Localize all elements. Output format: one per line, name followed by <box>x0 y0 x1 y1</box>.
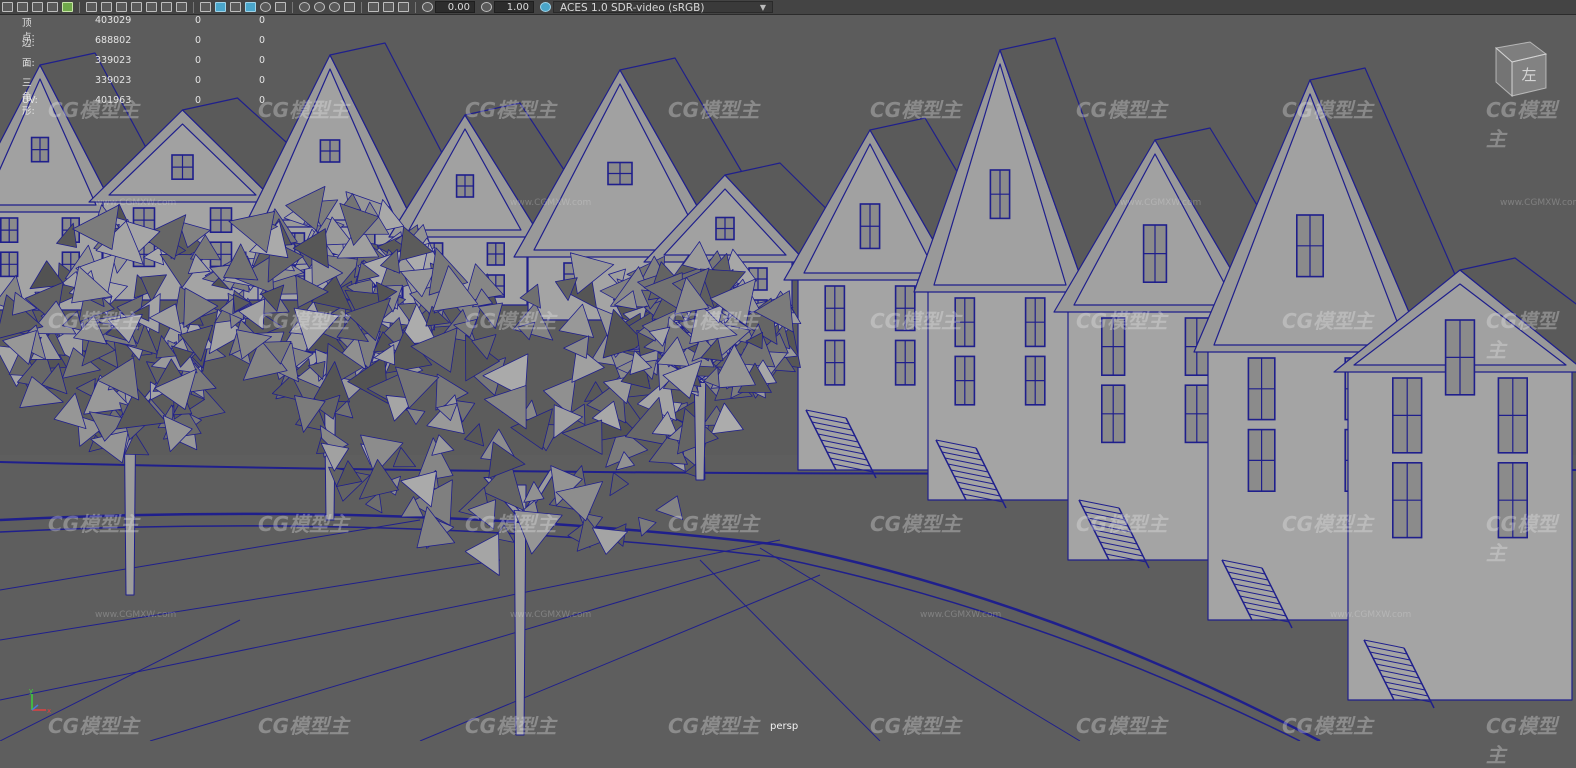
hud-selected: 0 <box>195 75 202 86</box>
motion-blur-icon[interactable] <box>314 2 325 12</box>
gamma-icon[interactable] <box>481 2 492 12</box>
view-transform-dropdown[interactable]: ACES 1.0 SDR-video (sRGB) ▼ <box>553 1 773 14</box>
hud-value: 401963 <box>95 95 132 106</box>
axis-y-label: y <box>29 687 33 695</box>
xray-components-icon[interactable] <box>398 2 409 12</box>
camera-attributes-icon[interactable] <box>2 2 13 12</box>
window <box>0 217 19 244</box>
hud-value: 339023 <box>95 75 132 86</box>
hud-label: UV: <box>22 95 38 106</box>
window <box>0 251 19 278</box>
textured-icon[interactable] <box>245 2 256 12</box>
anti-aliasing-icon[interactable] <box>329 2 340 12</box>
color-management-icon[interactable] <box>540 2 551 12</box>
window <box>1101 384 1126 444</box>
window <box>1392 377 1423 454</box>
window <box>455 174 475 198</box>
hud-selected: 0 <box>195 15 202 26</box>
gamma-field[interactable]: 1.00 <box>494 1 534 13</box>
window <box>859 203 881 250</box>
chevron-down-icon: ▼ <box>759 3 766 12</box>
isolate-select-icon[interactable] <box>344 2 355 12</box>
window <box>954 355 976 406</box>
wireframe-icon[interactable] <box>200 2 211 12</box>
hud-uv-shells: 0 <box>259 55 266 66</box>
hud-selected: 0 <box>195 55 202 66</box>
hud-value: 403029 <box>95 15 132 26</box>
hud-uv-shells: 0 <box>259 15 266 26</box>
film-gate-icon[interactable] <box>101 2 112 12</box>
shadows-icon[interactable] <box>275 2 286 12</box>
window <box>1392 461 1423 539</box>
hud-label: 面: <box>22 58 35 69</box>
xray-icon[interactable] <box>368 2 379 12</box>
view-cube[interactable]: 左 <box>1490 34 1552 100</box>
window <box>1497 461 1529 539</box>
grease-pencil-icon[interactable] <box>62 2 73 12</box>
hud-selected: 0 <box>195 35 202 46</box>
axis-gizmo: y x <box>29 687 51 715</box>
window <box>171 154 194 181</box>
axis-x-label: x <box>47 707 51 715</box>
bookmark-icon[interactable] <box>17 2 28 12</box>
window <box>715 216 735 241</box>
xray-joints-icon[interactable] <box>383 2 394 12</box>
view-transform-label: ACES 1.0 SDR-video (sRGB) <box>560 2 705 14</box>
hud-uv-shells: 0 <box>259 35 266 46</box>
window <box>607 161 633 186</box>
window <box>1142 224 1168 284</box>
window <box>1247 428 1276 493</box>
window <box>319 139 341 163</box>
hud-uv-shells: 0 <box>259 75 266 86</box>
exposure-field[interactable]: 0.00 <box>435 1 475 13</box>
field-chart-icon[interactable] <box>146 2 157 12</box>
image-plane-icon[interactable] <box>32 2 43 12</box>
safe-action-icon[interactable] <box>161 2 172 12</box>
2d-pan-icon[interactable] <box>47 2 58 12</box>
hud-selected: 0 <box>195 95 202 106</box>
resolution-gate-icon[interactable] <box>116 2 127 12</box>
house-wall <box>797 267 943 471</box>
window <box>824 339 846 386</box>
camera-name-label: persp <box>770 721 799 732</box>
window <box>1296 214 1325 278</box>
safe-title-icon[interactable] <box>176 2 187 12</box>
window <box>209 207 233 234</box>
window <box>1024 355 1046 406</box>
screen-space-ao-icon[interactable] <box>299 2 310 12</box>
view-cube-face-label[interactable]: 左 <box>1521 66 1536 84</box>
window <box>894 285 916 332</box>
viewport-panel-toolbar: 0.00 1.00 ACES 1.0 SDR-video (sRGB) ▼ <box>0 0 1576 15</box>
grid-icon[interactable] <box>86 2 97 12</box>
toolbar-divider <box>193 1 194 13</box>
window <box>1024 297 1046 348</box>
exposure-icon[interactable] <box>422 2 433 12</box>
toolbar-divider <box>79 1 80 13</box>
scene-wireframe[interactable] <box>0 14 1576 741</box>
window <box>30 136 50 163</box>
window <box>1497 377 1529 454</box>
wireframe-on-shaded-icon[interactable] <box>230 2 241 12</box>
window <box>824 285 846 332</box>
hud-value: 339023 <box>95 55 132 66</box>
smooth-shade-icon[interactable] <box>215 2 226 12</box>
hud-uv-shells: 0 <box>259 95 266 106</box>
toolbar-divider <box>292 1 293 13</box>
window <box>894 339 916 386</box>
window <box>954 297 976 348</box>
gate-mask-icon[interactable] <box>131 2 142 12</box>
3d-viewport[interactable] <box>0 14 1576 741</box>
toolbar-divider <box>361 1 362 13</box>
window <box>1444 319 1476 396</box>
window <box>1101 317 1126 377</box>
toolbar-divider <box>415 1 416 13</box>
hud-label: 边: <box>22 38 35 49</box>
window <box>1247 357 1276 421</box>
window <box>989 169 1011 220</box>
window <box>1184 384 1210 444</box>
use-all-lights-icon[interactable] <box>260 2 271 12</box>
hud-value: 688802 <box>95 35 132 46</box>
window <box>486 242 505 266</box>
